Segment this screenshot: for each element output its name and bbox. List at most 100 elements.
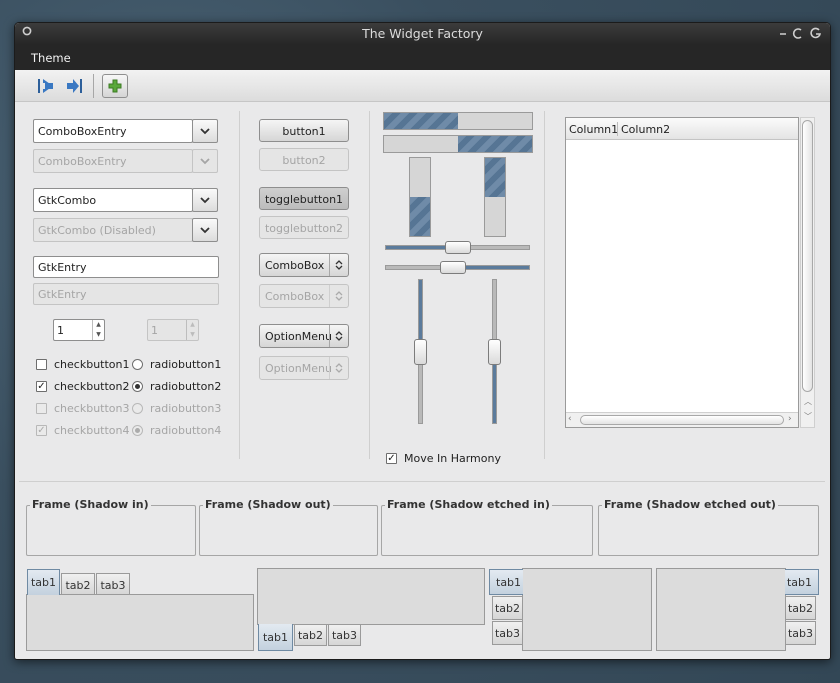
notebook-top-panel [26, 594, 254, 651]
hscale-2-knob[interactable] [439, 261, 466, 274]
chevron-down-icon [200, 158, 210, 165]
notebook-top-tab3[interactable]: tab3 [96, 573, 130, 595]
progressbar-vertical-1 [409, 157, 431, 237]
radiobutton4-label: radiobutton4 [150, 424, 222, 437]
hscale-1-knob[interactable] [444, 241, 471, 254]
chevron-down-icon [200, 227, 210, 234]
spinbutton[interactable]: 1 ▲ ▼ [53, 319, 105, 341]
frame-shadow-in: Frame (Shadow in) [26, 498, 196, 556]
header-divider [617, 122, 618, 136]
section-separator [19, 481, 825, 482]
comboboxentry-disabled-input: ComboBoxEntry [33, 149, 193, 173]
goto-first-icon[interactable] [35, 75, 57, 97]
horizontal-scroll-thumb[interactable] [580, 415, 784, 425]
title-bar[interactable]: The Widget Factory [15, 23, 830, 45]
frame-shadow-etched-in-label: Frame (Shadow etched in) [385, 498, 552, 511]
scroll-up-icon[interactable]: ︿ [804, 396, 812, 407]
notebook-left-tab3[interactable]: tab3 [492, 621, 523, 645]
progress-fill [458, 136, 532, 152]
combobox[interactable]: ComboBox [259, 253, 349, 277]
spin-arrows-icon[interactable]: ▲ ▼ [92, 320, 104, 340]
gtkcombo-dropdown[interactable] [192, 188, 218, 212]
tree-view[interactable]: Column1 Column2 ‹ › [565, 117, 799, 428]
notebook-left-tab1[interactable]: tab1 [489, 569, 523, 595]
comboboxentry-dropdown[interactable] [192, 119, 218, 143]
progress-fill [485, 158, 505, 197]
progressbar-horizontal-2 [383, 135, 533, 153]
frame-shadow-etched-out: Frame (Shadow etched out) [598, 498, 819, 556]
progress-fill [384, 113, 458, 129]
progressbar-vertical-2 [484, 157, 506, 237]
move-in-harmony-check[interactable]: ✓ [386, 453, 397, 464]
progressbar-horizontal-1 [383, 112, 533, 130]
toolbar [15, 70, 830, 102]
optionmenu-disabled: OptionMenu [259, 356, 349, 380]
checkbutton2[interactable]: ✓ [36, 381, 47, 392]
notebook-right-tab2[interactable]: tab2 [785, 596, 816, 620]
vscale-1-knob[interactable] [414, 338, 427, 365]
radiobutton2-label: radiobutton2 [150, 380, 222, 393]
vscale-2[interactable] [488, 279, 501, 424]
horizontal-scrollbar[interactable]: ‹ › [566, 412, 798, 427]
column1-header[interactable]: Column1 [569, 123, 618, 136]
vertical-scrollbar[interactable]: ︿ ﹀ [800, 117, 815, 428]
restore-icon[interactable] [792, 26, 804, 44]
notebook-bottom-tab1[interactable]: tab1 [258, 624, 293, 651]
notebook-right-tab3[interactable]: tab3 [785, 621, 816, 645]
checkbutton1[interactable] [36, 359, 47, 370]
column-separator [369, 111, 370, 459]
togglebutton1[interactable]: togglebutton1 [259, 187, 349, 210]
spinbutton-value: 1 [57, 324, 64, 337]
gtkcombo-disabled-dropdown [192, 218, 218, 242]
goto-last-icon[interactable] [63, 75, 85, 97]
notebook-right-tab1[interactable]: tab1 [785, 569, 819, 595]
radiobutton1[interactable] [132, 359, 143, 370]
toolbar-separator [93, 74, 94, 98]
combobox-disabled: ComboBox [259, 284, 349, 308]
gtkcombo-input[interactable]: GtkCombo [33, 188, 193, 212]
move-in-harmony-label: Move In Harmony [404, 452, 501, 465]
updown-icon [329, 357, 348, 379]
column2-header[interactable]: Column2 [621, 123, 670, 136]
notebook-left-tab2[interactable]: tab2 [492, 596, 523, 620]
scroll-right-icon[interactable]: › [788, 414, 792, 424]
notebook-top-tab2[interactable]: tab2 [61, 573, 95, 595]
scroll-down-icon[interactable]: ﹀ [804, 411, 812, 422]
notebook-right-panel [656, 568, 786, 651]
checkbutton1-label: checkbutton1 [54, 358, 130, 371]
vscale-2-knob[interactable] [488, 338, 501, 365]
checkbutton4: ✓ [36, 425, 47, 436]
button1[interactable]: button1 [259, 119, 349, 142]
menu-theme[interactable]: Theme [31, 51, 71, 65]
notebook-bottom-tab3[interactable]: tab3 [328, 624, 361, 646]
progress-fill [410, 197, 430, 236]
hscale-2[interactable] [385, 261, 530, 274]
comboboxentry-input[interactable]: ComboBoxEntry [33, 119, 193, 143]
hscale-1[interactable] [385, 241, 530, 254]
notebook-bottom-tab2[interactable]: tab2 [294, 624, 327, 646]
combobox-value: ComboBox [265, 259, 325, 272]
vertical-scroll-thumb[interactable] [802, 120, 813, 392]
updown-icon [329, 254, 348, 276]
close-icon[interactable] [810, 26, 822, 44]
optionmenu[interactable]: OptionMenu [259, 324, 349, 348]
optionmenu-value: OptionMenu [265, 330, 332, 343]
add-button[interactable] [102, 74, 128, 98]
radiobutton1-label: radiobutton1 [150, 358, 222, 371]
combobox-disabled-value: ComboBox [265, 290, 325, 303]
gtkentry-input[interactable]: GtkEntry [33, 256, 219, 278]
minimize-icon[interactable] [778, 26, 788, 44]
chevron-down-icon [200, 128, 210, 135]
vscale-1[interactable] [414, 279, 427, 424]
main-window: The Widget Factory Theme ComboBoxEntry C… [14, 22, 831, 660]
comboboxentry-disabled-dropdown [192, 149, 218, 173]
checkbutton4-label: checkbutton4 [54, 424, 130, 437]
scroll-left-icon[interactable]: ‹ [568, 414, 572, 424]
frame-shadow-etched-out-label: Frame (Shadow etched out) [602, 498, 778, 511]
radiobutton4 [132, 425, 143, 436]
column-separator [544, 111, 545, 459]
togglebutton2: togglebutton2 [259, 216, 349, 239]
radiobutton2[interactable] [132, 381, 143, 392]
notebook-top-tab1[interactable]: tab1 [27, 569, 60, 595]
tree-header: Column1 Column2 [566, 118, 798, 140]
